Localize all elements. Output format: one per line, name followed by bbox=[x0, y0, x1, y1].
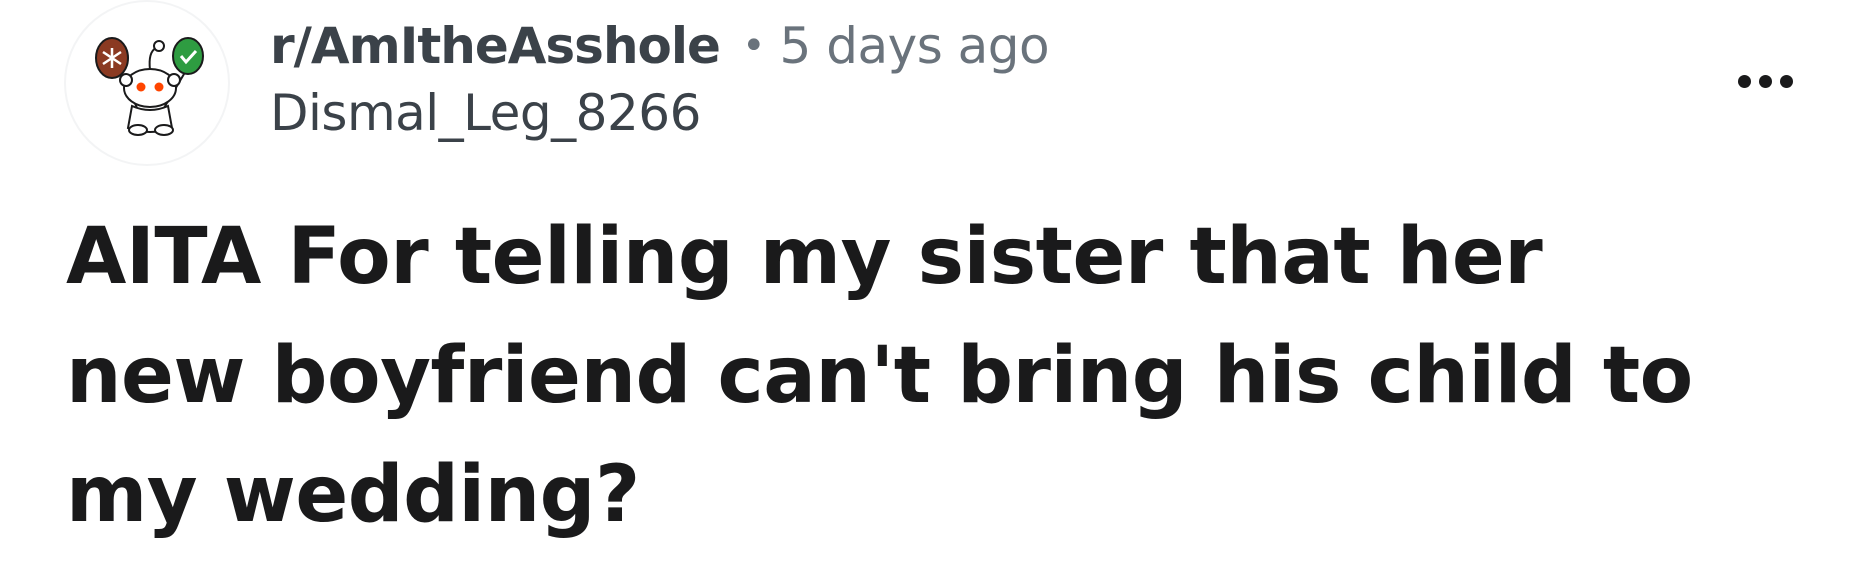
subreddit-avatar[interactable] bbox=[66, 2, 228, 164]
author-link[interactable]: Dismal_Leg_8266 bbox=[270, 84, 1049, 148]
post-title[interactable]: AITA For telling my sister that her new … bbox=[66, 198, 1746, 555]
snoo-avatar-icon bbox=[95, 37, 204, 136]
more-options-button[interactable] bbox=[1720, 60, 1810, 104]
post-header: r/AmItheAsshole • 5 days ago Dismal_Leg_… bbox=[0, 0, 1867, 180]
subreddit-link[interactable]: r/AmItheAsshole bbox=[270, 17, 721, 75]
more-options-icon bbox=[1734, 73, 1797, 92]
meta-separator: • bbox=[741, 23, 766, 69]
post-meta: r/AmItheAsshole • 5 days ago Dismal_Leg_… bbox=[270, 14, 1050, 148]
post-timestamp: 5 days ago bbox=[779, 17, 1050, 75]
post-meta-line: r/AmItheAsshole • 5 days ago bbox=[270, 14, 1050, 78]
